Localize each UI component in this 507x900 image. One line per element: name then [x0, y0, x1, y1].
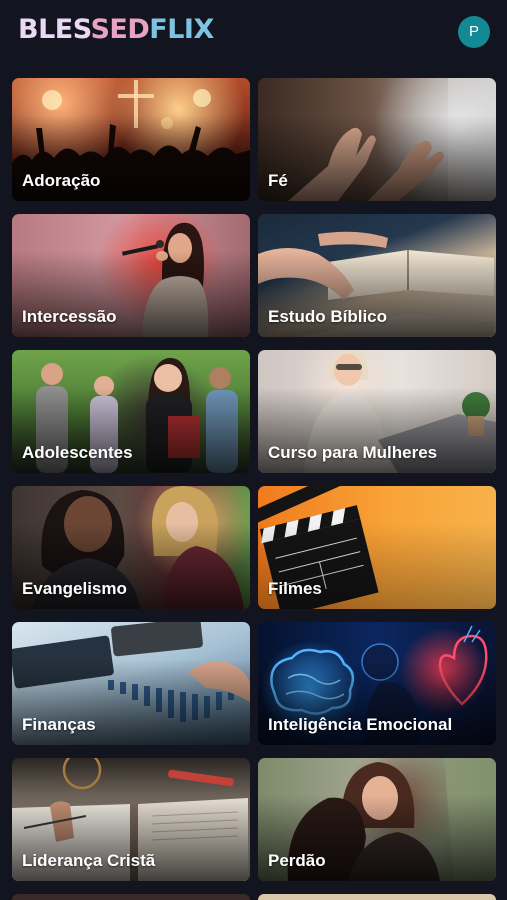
next-card-left[interactable] [12, 894, 250, 900]
logo-part-bles: BLES [18, 14, 91, 45]
category-card-intercessao[interactable]: Intercessão [12, 214, 250, 337]
category-grid: Adoração Fé Intercessão Estudo Bíblico A… [12, 78, 496, 881]
category-label: Inteligência Emocional [268, 715, 453, 734]
category-label: Liderança Cristã [22, 851, 156, 870]
category-card-inteligencia-emocional[interactable]: Inteligência Emocional [258, 622, 496, 745]
header: BLESSEDFLIX P [0, 0, 507, 62]
category-card-curso-para-mulheres[interactable]: Curso para Mulheres [258, 350, 496, 473]
category-label: Curso para Mulheres [268, 443, 438, 462]
next-card-right[interactable] [258, 894, 496, 900]
category-card-fe[interactable]: Fé [258, 78, 496, 201]
category-card-lideranca-crista[interactable]: Liderança Cristã [12, 758, 250, 881]
blessedflix-logo[interactable]: BLESSEDFLIX [18, 14, 214, 46]
category-label: Evangelismo [22, 579, 127, 598]
category-label: Adoração [22, 171, 101, 190]
category-card-evangelismo[interactable]: Evangelismo [12, 486, 250, 609]
category-label: Fé [268, 171, 288, 190]
logo-part-sed: SED [90, 14, 150, 45]
card-shade [258, 114, 496, 201]
category-card-filmes[interactable]: Filmes [258, 486, 496, 609]
category-label: Adolescentes [22, 443, 133, 462]
profile-avatar[interactable]: P [458, 16, 490, 48]
category-card-estudo-biblico[interactable]: Estudo Bíblico [258, 214, 496, 337]
category-label: Finanças [22, 715, 96, 734]
category-card-financas[interactable]: Finanças [12, 622, 250, 745]
category-label: Estudo Bíblico [268, 307, 387, 326]
category-card-perdao[interactable]: Perdão [258, 758, 496, 881]
logo-part-flix: FLIX [149, 14, 214, 45]
next-row-peek [12, 894, 496, 900]
category-card-adolescentes[interactable]: Adolescentes [12, 350, 250, 473]
app-screen: BLESSEDFLIX P Adoração Fé Intercessão Es… [0, 0, 507, 900]
category-label: Intercessão [22, 307, 117, 326]
category-label: Filmes [268, 579, 322, 598]
category-label: Perdão [268, 851, 326, 870]
category-card-adoracao[interactable]: Adoração [12, 78, 250, 201]
